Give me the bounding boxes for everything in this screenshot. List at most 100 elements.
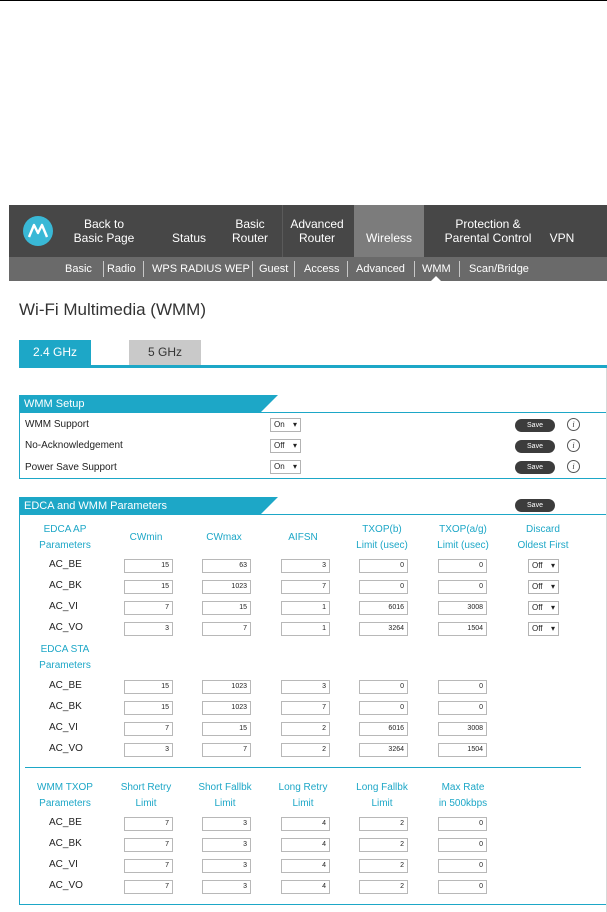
txop-vo-long-fallbk-input[interactable]: 2 bbox=[359, 880, 408, 894]
txop-vo-max-rate-input[interactable]: 0 bbox=[438, 880, 487, 894]
subnav-access[interactable]: Access bbox=[304, 257, 339, 281]
subnav-divider bbox=[459, 261, 460, 277]
txop-vi-max-rate-input[interactable]: 0 bbox=[438, 859, 487, 873]
ap-bk-cwmax-input[interactable]: 1023 bbox=[202, 580, 251, 594]
nav-wireless[interactable]: Wireless bbox=[354, 205, 424, 257]
sta-be-cwmin-input[interactable]: 15 bbox=[124, 680, 173, 694]
nav-basic-router[interactable]: Basic Router bbox=[224, 205, 276, 257]
subnav-guest[interactable]: Guest bbox=[259, 257, 288, 281]
tab-5ghz[interactable]: 5 GHz bbox=[129, 340, 201, 365]
subnav-wmm[interactable]: WMM bbox=[422, 257, 451, 281]
ap-be-cwmin-input[interactable]: 15 bbox=[124, 559, 173, 573]
ap-vo-txopag-input[interactable]: 1504 bbox=[438, 622, 487, 636]
txop-vi-short-retry-input[interactable]: 7 bbox=[124, 859, 173, 873]
ap-vo-discard-select[interactable]: Off bbox=[528, 622, 559, 636]
ap-vi-cwmax-input[interactable]: 15 bbox=[202, 601, 251, 615]
sta-be-aifsn-input[interactable]: 3 bbox=[281, 680, 330, 694]
wmm-support-select[interactable]: On bbox=[270, 418, 301, 432]
txop-vo-short-fallbk-input[interactable]: 3 bbox=[202, 880, 251, 894]
ap-be-cwmax-input[interactable]: 63 bbox=[202, 559, 251, 573]
txop-be-long-retry-input[interactable]: 4 bbox=[281, 817, 330, 831]
txop-bk-short-retry-input[interactable]: 7 bbox=[124, 838, 173, 852]
no-ack-save-button[interactable]: Save bbox=[515, 440, 555, 453]
txop-be-long-fallbk-input[interactable]: 2 bbox=[359, 817, 408, 831]
ap-bk-txopb-input[interactable]: 0 bbox=[359, 580, 408, 594]
txop-bk-short-fallbk-input[interactable]: 3 bbox=[202, 838, 251, 852]
sta-vo-aifsn-input[interactable]: 2 bbox=[281, 743, 330, 757]
txop-bk-long-retry-input[interactable]: 4 bbox=[281, 838, 330, 852]
nav-label: Advanced bbox=[290, 217, 344, 231]
ap-vi-txopb-input[interactable]: 6016 bbox=[359, 601, 408, 615]
txop-vi-short-fallbk-input[interactable]: 3 bbox=[202, 859, 251, 873]
txop-be-max-rate-input[interactable]: 0 bbox=[438, 817, 487, 831]
sta-be-cwmax-input[interactable]: 1023 bbox=[202, 680, 251, 694]
ap-vi-aifsn-input[interactable]: 1 bbox=[281, 601, 330, 615]
subnav-advanced[interactable]: Advanced bbox=[356, 257, 405, 281]
sta-vi-txopag-input[interactable]: 3008 bbox=[438, 722, 487, 736]
ap-vo-cwmax-input[interactable]: 7 bbox=[202, 622, 251, 636]
ap-bk-txopag-input[interactable]: 0 bbox=[438, 580, 487, 594]
ap-bk-cwmin-input[interactable]: 15 bbox=[124, 580, 173, 594]
nav-back-to-basic[interactable]: Back to Basic Page bbox=[69, 205, 139, 257]
no-ack-select[interactable]: Off bbox=[270, 439, 301, 453]
txop-row-label: AC_VO bbox=[49, 880, 83, 891]
txop-be-short-fallbk-input[interactable]: 3 bbox=[202, 817, 251, 831]
subnav-wps-radius-wep[interactable]: WPS RADIUS WEP bbox=[152, 257, 250, 281]
txop-vo-short-retry-input[interactable]: 7 bbox=[124, 880, 173, 894]
sta-bk-cwmax-input[interactable]: 1023 bbox=[202, 701, 251, 715]
ap-be-txopb-input[interactable]: 0 bbox=[359, 559, 408, 573]
sta-bk-cwmin-input[interactable]: 15 bbox=[124, 701, 173, 715]
sta-vo-txopag-input[interactable]: 1504 bbox=[438, 743, 487, 757]
nav-protection-parental[interactable]: Protection & Parental Control bbox=[429, 205, 547, 257]
power-save-save-button[interactable]: Save bbox=[515, 461, 555, 474]
sta-bk-txopb-input[interactable]: 0 bbox=[359, 701, 408, 715]
sta-vi-aifsn-input[interactable]: 2 bbox=[281, 722, 330, 736]
wmm-support-save-button[interactable]: Save bbox=[515, 419, 555, 432]
txop-bk-max-rate-input[interactable]: 0 bbox=[438, 838, 487, 852]
sta-vo-cwmax-input[interactable]: 7 bbox=[202, 743, 251, 757]
txop-vo-long-retry-input[interactable]: 4 bbox=[281, 880, 330, 894]
subnav-radio[interactable]: Radio bbox=[107, 257, 136, 281]
info-icon[interactable]: i bbox=[567, 418, 580, 431]
sta-be-txopag-input[interactable]: 0 bbox=[438, 680, 487, 694]
ap-vo-aifsn-input[interactable]: 1 bbox=[281, 622, 330, 636]
select-value: Off bbox=[532, 582, 543, 591]
ap-be-aifsn-input[interactable]: 3 bbox=[281, 559, 330, 573]
ap-vi-cwmin-input[interactable]: 7 bbox=[124, 601, 173, 615]
ap-vi-txopag-input[interactable]: 3008 bbox=[438, 601, 487, 615]
ap-vo-txopb-input[interactable]: 3264 bbox=[359, 622, 408, 636]
ap-bk-aifsn-input[interactable]: 7 bbox=[281, 580, 330, 594]
sta-vo-cwmin-input[interactable]: 3 bbox=[124, 743, 173, 757]
tab-2-4ghz[interactable]: 2.4 GHz bbox=[19, 340, 91, 365]
page-top-rule bbox=[0, 0, 607, 1]
sta-bk-aifsn-input[interactable]: 7 bbox=[281, 701, 330, 715]
nav-advanced-router[interactable]: Advanced Router bbox=[283, 205, 351, 257]
ap-vi-discard-select[interactable]: Off bbox=[528, 601, 559, 615]
ap-be-txopag-input[interactable]: 0 bbox=[438, 559, 487, 573]
power-save-select[interactable]: On bbox=[270, 460, 301, 474]
nav-status[interactable]: Status bbox=[159, 205, 219, 257]
txop-vi-long-retry-input[interactable]: 4 bbox=[281, 859, 330, 873]
sta-vi-cwmax-input[interactable]: 15 bbox=[202, 722, 251, 736]
ap-vo-cwmin-input[interactable]: 3 bbox=[124, 622, 173, 636]
info-icon[interactable]: i bbox=[567, 460, 580, 473]
sta-vo-txopb-input[interactable]: 3264 bbox=[359, 743, 408, 757]
nav-label: Basic bbox=[235, 217, 265, 231]
select-value: Off bbox=[532, 561, 543, 570]
sta-bk-txopag-input[interactable]: 0 bbox=[438, 701, 487, 715]
info-icon[interactable]: i bbox=[567, 439, 580, 452]
motorola-logo-icon[interactable] bbox=[23, 216, 53, 246]
subnav-scan-bridge[interactable]: Scan/Bridge bbox=[469, 257, 529, 281]
ap-bk-discard-select[interactable]: Off bbox=[528, 580, 559, 594]
subnav-basic[interactable]: Basic bbox=[65, 257, 92, 281]
txop-be-short-retry-input[interactable]: 7 bbox=[124, 817, 173, 831]
nav-vpn[interactable]: VPN bbox=[547, 205, 577, 257]
sta-vi-txopb-input[interactable]: 6016 bbox=[359, 722, 408, 736]
txop-vi-long-fallbk-input[interactable]: 2 bbox=[359, 859, 408, 873]
sta-be-txopb-input[interactable]: 0 bbox=[359, 680, 408, 694]
sta-vi-cwmin-input[interactable]: 7 bbox=[124, 722, 173, 736]
edca-save-button[interactable]: Save bbox=[515, 499, 555, 512]
ap-be-discard-select[interactable]: Off bbox=[528, 559, 559, 573]
header-line: Limit bbox=[292, 798, 314, 809]
txop-bk-long-fallbk-input[interactable]: 2 bbox=[359, 838, 408, 852]
